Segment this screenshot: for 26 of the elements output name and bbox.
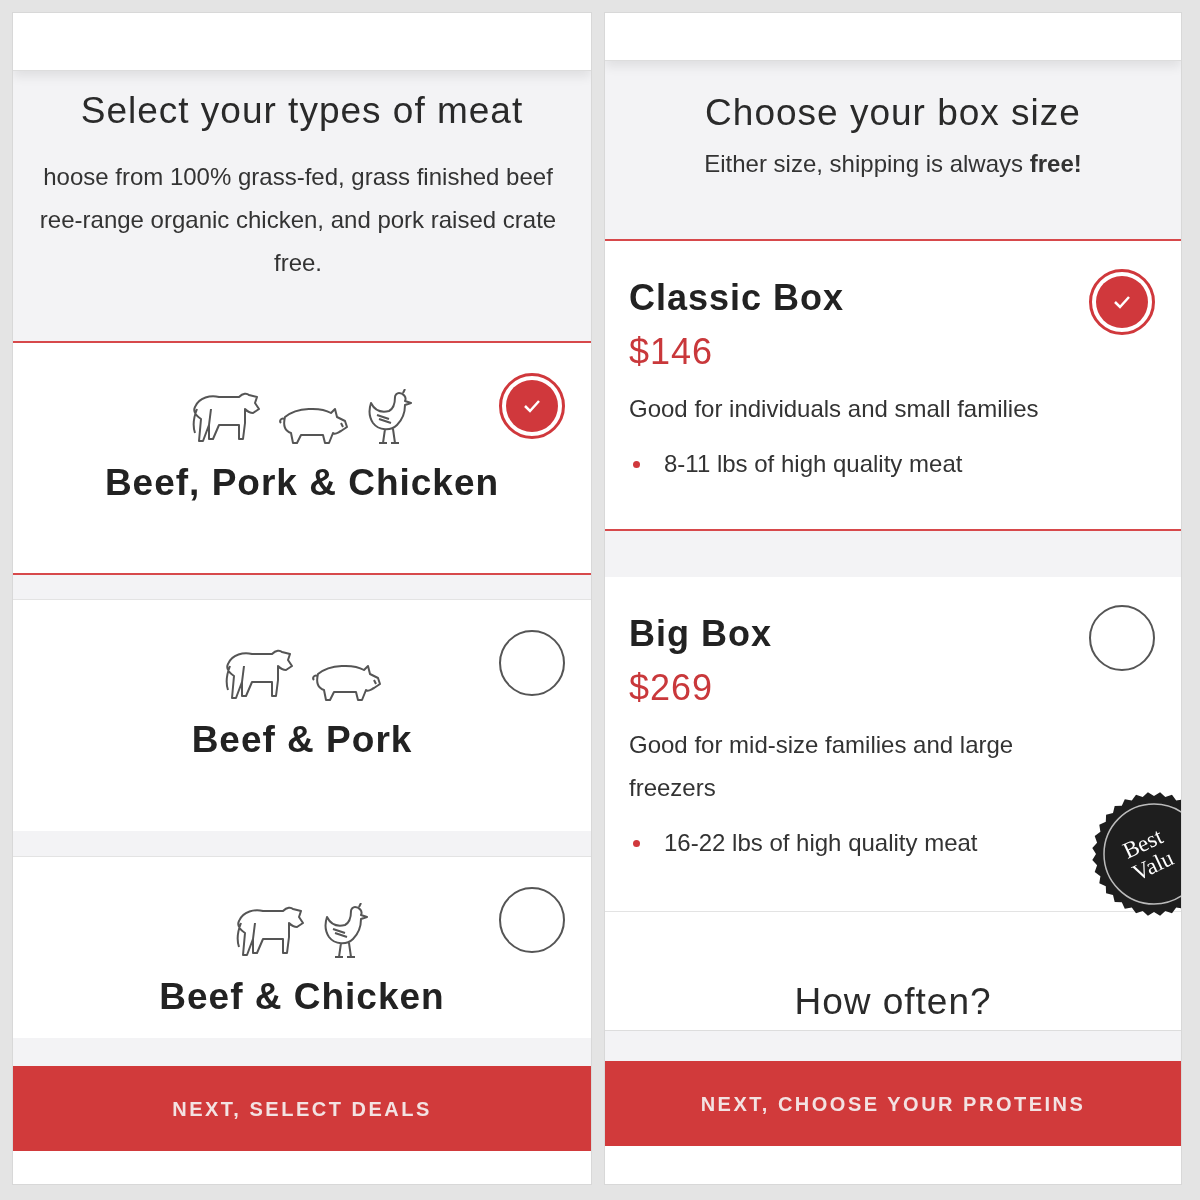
bullet-icon xyxy=(633,460,640,468)
option-label: Beef & Pork xyxy=(190,718,414,762)
option-label: Beef & Chicken xyxy=(158,975,446,1019)
option-card[interactable]: Beef, Pork & Chicken xyxy=(13,343,591,575)
subtitle: Either size, shipping is always free! xyxy=(703,148,1083,179)
box-price: $146 xyxy=(629,330,715,374)
screen-title: Select your types of meat xyxy=(79,89,525,133)
box-option-card[interactable]: Classic Box $146 Good for individuals and small families 8-11 lbs of high quality meat xyxy=(605,241,1181,531)
option-card[interactable]: Beef & Pork xyxy=(13,599,591,831)
bullet-text: 16-22 lbs of high quality meat xyxy=(664,828,978,858)
option-label: Beef, Pork & Chicken xyxy=(103,461,501,505)
box-name: Big Box xyxy=(629,612,772,656)
bullet-icon xyxy=(633,839,640,847)
description-line: free. xyxy=(274,247,322,278)
screen-title: Choose your box size xyxy=(704,91,1082,135)
box-price: $269 xyxy=(629,666,715,710)
description-line: ree-range organic chicken, and pork raised crate xyxy=(39,204,557,235)
box-description: Good for mid-size families and large freezers xyxy=(629,730,1015,803)
box-description: Good for individuals and small families xyxy=(629,394,1040,424)
bullet-text: 8-11 lbs of high quality meat xyxy=(664,449,963,479)
next-button[interactable]: NEXT, CHOOSE YOUR PROTEINS xyxy=(605,1061,1181,1146)
section-title: How often? xyxy=(793,980,993,1024)
option-card[interactable]: Beef & Chicken xyxy=(13,856,591,1038)
next-button[interactable]: NEXT, SELECT DEALS xyxy=(13,1066,591,1151)
description-line: hoose from 100% grass-fed, grass finished beef xyxy=(43,161,553,192)
box-name: Classic Box xyxy=(629,276,845,320)
